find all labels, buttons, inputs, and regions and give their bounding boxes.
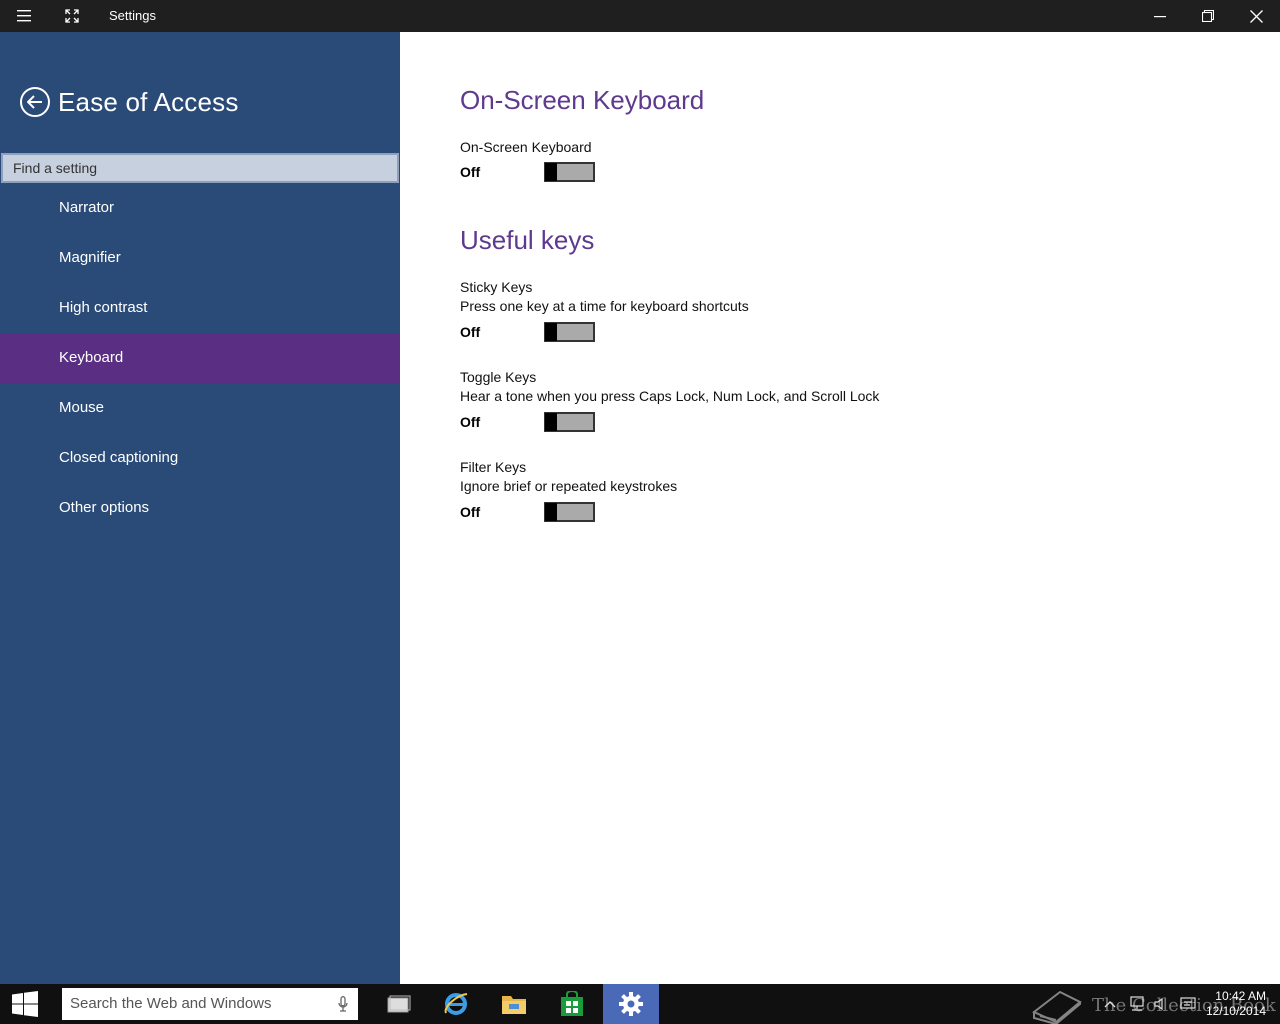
sticky-keys-state: Off	[460, 324, 481, 340]
window-title: Settings	[109, 8, 156, 23]
sidebar-item-magnifier[interactable]: Magnifier	[0, 233, 400, 283]
close-button[interactable]	[1233, 0, 1279, 32]
expand-icon	[65, 9, 79, 23]
sticky-keys-label: Sticky Keys	[460, 279, 533, 295]
restore-icon	[1202, 10, 1214, 22]
taskbar-search-input[interactable]: Search the Web and Windows	[62, 988, 358, 1020]
back-button[interactable]	[20, 87, 50, 117]
sticky-keys-toggle[interactable]	[544, 322, 595, 342]
store-button[interactable]	[544, 984, 600, 1024]
sidebar-nav: Narrator Magnifier High contrast Keyboar…	[0, 183, 400, 533]
minimize-icon	[1154, 16, 1166, 18]
volume-icon[interactable]	[1154, 997, 1170, 1011]
toggle-keys-label: Toggle Keys	[460, 369, 537, 385]
clock-date: 12/10/2014	[1205, 1004, 1266, 1018]
network-icon[interactable]	[1128, 996, 1146, 1012]
sidebar-item-keyboard[interactable]: Keyboard	[0, 333, 400, 383]
back-arrow-icon	[27, 95, 42, 109]
gear-icon	[619, 992, 643, 1016]
show-hidden-icons-chevron-up-icon[interactable]	[1104, 1000, 1116, 1008]
sidebar-item-high-contrast[interactable]: High contrast	[0, 283, 400, 333]
onscreen-keyboard-toggle[interactable]	[544, 162, 595, 182]
fullscreen-button[interactable]	[49, 0, 95, 32]
sidebar-item-narrator[interactable]: Narrator	[0, 183, 400, 233]
clock-time: 10:42 AM	[1215, 989, 1266, 1003]
sidebar-item-mouse[interactable]: Mouse	[0, 383, 400, 433]
sidebar-item-closed-captioning[interactable]: Closed captioning	[0, 433, 400, 483]
onscreen-keyboard-state: Off	[460, 164, 481, 180]
filter-keys-description: Ignore brief or repeated keystrokes	[460, 478, 678, 494]
useful-keys-heading: Useful keys	[460, 225, 595, 255]
main-content: On-Screen Keyboard On-Screen Keyboard Of…	[400, 32, 1280, 984]
toggle-knob	[545, 323, 557, 341]
windows-logo-icon	[12, 991, 38, 1017]
filter-keys-label: Filter Keys	[460, 459, 527, 475]
hamburger-icon	[17, 10, 31, 22]
sticky-keys-description: Press one key at a time for keyboard sho…	[460, 298, 749, 314]
sidebar: Ease of Access Find a setting Narrator M…	[0, 32, 400, 984]
find-setting-input[interactable]: Find a setting	[1, 153, 399, 183]
action-center-icon[interactable]	[1180, 997, 1196, 1011]
onscreen-keyboard-label: On-Screen Keyboard	[460, 139, 592, 155]
taskbar-search-placeholder: Search the Web and Windows	[70, 995, 272, 1012]
task-view-button[interactable]	[371, 984, 427, 1024]
taskbar: Search the Web and Windows The Collectio…	[0, 984, 1280, 1024]
toggle-keys-state: Off	[460, 414, 481, 430]
toggle-keys-toggle[interactable]	[544, 412, 595, 432]
system-tray	[1104, 984, 1196, 1024]
internet-explorer-icon	[444, 993, 468, 1015]
toggle-knob	[545, 163, 557, 181]
title-bar: Settings	[0, 0, 1280, 32]
internet-explorer-button[interactable]	[428, 984, 484, 1024]
close-icon	[1249, 9, 1263, 23]
hamburger-menu-button[interactable]	[1, 0, 47, 32]
file-explorer-button[interactable]	[486, 984, 542, 1024]
taskbar-clock[interactable]: 10:42 AM 12/10/2014	[1206, 989, 1266, 1019]
toggle-knob	[545, 503, 557, 521]
sidebar-item-other-options[interactable]: Other options	[0, 483, 400, 533]
onscreen-keyboard-heading: On-Screen Keyboard	[460, 85, 705, 115]
back-nav: Ease of Access	[20, 86, 239, 118]
section-title: Ease of Access	[58, 86, 239, 117]
start-button[interactable]	[0, 984, 50, 1024]
book-logo-icon	[1032, 990, 1082, 1024]
task-view-icon	[387, 995, 411, 1013]
filter-keys-toggle[interactable]	[544, 502, 595, 522]
settings-app-button[interactable]	[603, 984, 659, 1024]
store-bag-icon	[561, 991, 583, 1016]
folder-icon	[502, 996, 526, 1014]
minimize-button[interactable]	[1137, 0, 1183, 32]
toggle-keys-description: Hear a tone when you press Caps Lock, Nu…	[460, 388, 880, 404]
toggle-knob	[545, 413, 557, 431]
filter-keys-state: Off	[460, 504, 481, 520]
microphone-icon[interactable]	[338, 996, 348, 1012]
restore-button[interactable]	[1185, 0, 1231, 32]
